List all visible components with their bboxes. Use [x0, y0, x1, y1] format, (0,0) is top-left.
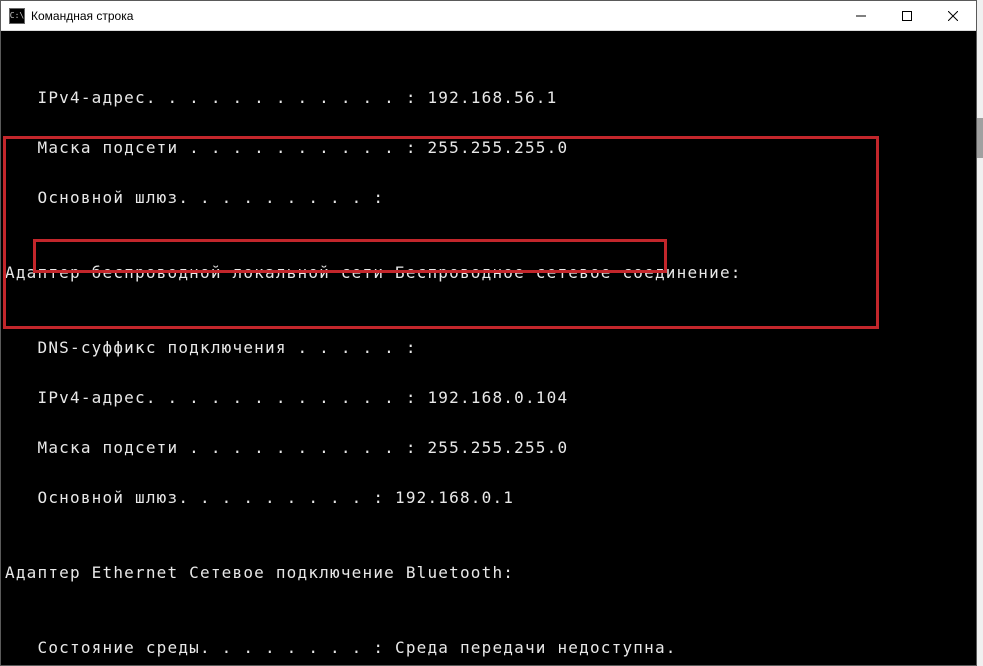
window-controls — [838, 1, 976, 30]
output-line: DNS-суффикс подключения . . . . . : — [5, 335, 976, 360]
console-output[interactable]: IPv4-адрес. . . . . . . . . . . . : 192.… — [1, 31, 976, 665]
output-line: Основной шлюз. . . . . . . . . : 192.168… — [5, 485, 976, 510]
maximize-icon — [902, 11, 912, 21]
titlebar[interactable]: C:\ Командная строка — [1, 1, 976, 31]
minimize-icon — [856, 11, 866, 21]
highlight-adapter-block — [3, 136, 879, 329]
minimize-button[interactable] — [838, 1, 884, 30]
output-line: Состояние среды. . . . . . . . : Среда п… — [5, 635, 976, 660]
close-icon — [948, 11, 958, 21]
output-line: IPv4-адрес. . . . . . . . . . . . : 192.… — [5, 85, 976, 110]
output-line: Маска подсети . . . . . . . . . . : 255.… — [5, 135, 976, 160]
output-line: Адаптер беспроводной локальной сети Бесп… — [5, 260, 976, 285]
command-prompt-window: C:\ Командная строка IPv4-адрес. . . . .… — [0, 0, 977, 666]
close-button[interactable] — [930, 1, 976, 30]
window-title: Командная строка — [31, 9, 838, 23]
cmd-icon: C:\ — [9, 8, 25, 24]
output-line: Маска подсети . . . . . . . . . . : 255.… — [5, 435, 976, 460]
output-line: IPv4-адрес. . . . . . . . . . . . : 192.… — [5, 385, 976, 410]
output-line: Основной шлюз. . . . . . . . . : — [5, 185, 976, 210]
scrollbar-thumb[interactable] — [977, 118, 983, 158]
maximize-button[interactable] — [884, 1, 930, 30]
page-scrollbar[interactable] — [977, 0, 983, 666]
output-line: Адаптер Ethernet Сетевое подключение Blu… — [5, 560, 976, 585]
